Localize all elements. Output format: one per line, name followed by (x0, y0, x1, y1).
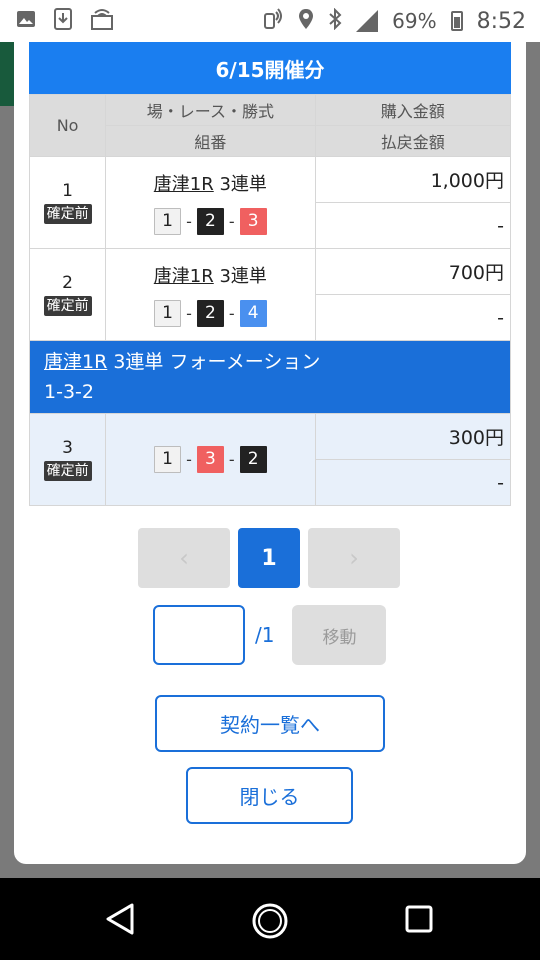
row-number: 3 (62, 438, 73, 458)
combo-box: 1 (154, 300, 182, 327)
table-header-row: No 場・レース・勝式 購入金額 (28, 94, 512, 157)
date-header: 6/15開催分 (29, 42, 511, 94)
col-header-race: 場・レース・勝式 (105, 94, 316, 126)
bet-type: 3連単 (219, 174, 267, 195)
backdrop (0, 42, 14, 106)
col-header-combo: 組番 (105, 125, 316, 157)
date-header-title: 6/15開催分 (215, 57, 325, 82)
table-row: 2 確定前 唐津1R 3連単 1 - 2 - 4 700円 (28, 248, 512, 341)
status-bar: 69% 8:52 (0, 0, 540, 42)
recents-icon[interactable] (405, 905, 433, 933)
purchase-amount: 700円 (314, 248, 512, 295)
bet-history-modal: 6/15開催分 No 場・レース・勝式 購入金額 組番 払戻金額 1 確定前 唐… (14, 42, 526, 864)
row-number: 1 (62, 181, 73, 201)
combination: 1 - 2 - 4 (154, 300, 267, 327)
combo-box: 2 (196, 208, 224, 235)
signal-icon (356, 10, 379, 32)
col-header-purchase: 購入金額 (314, 94, 512, 126)
current-page-button[interactable]: 1 (238, 528, 300, 588)
image-icon (16, 9, 36, 34)
race-cell: 唐津1R 3連単 1 - 2 - 4 (105, 248, 316, 341)
nfc-icon (262, 7, 284, 35)
bluetooth-icon (328, 7, 342, 35)
status-badge: 確定前 (43, 204, 92, 224)
formation-header-row: 唐津1R 3連単 フォーメーション 1-3-2 (29, 340, 511, 414)
next-page-button[interactable]: › (308, 528, 400, 588)
combination: 1 - 2 - 3 (154, 208, 267, 235)
formation-header: 唐津1R 3連単 フォーメーション 1-3-2 (29, 340, 511, 414)
bets-table: No 場・レース・勝式 購入金額 組番 払戻金額 1 確定前 唐津1R 3連単 (28, 94, 512, 506)
race-cell: 1 - 3 - 2 (105, 413, 316, 506)
home-icon[interactable] (251, 902, 289, 940)
combo-dash: - (186, 212, 192, 231)
contract-list-button[interactable]: 契約一覧へ (155, 695, 385, 752)
formation-title-rest: 3連単 フォーメーション (107, 351, 321, 373)
download-icon (54, 7, 72, 35)
close-button[interactable]: 閉じる (186, 767, 353, 824)
navigation-bar (0, 878, 540, 960)
prev-page-button[interactable]: ‹ (138, 528, 230, 588)
page-total: /1 (255, 623, 275, 647)
combo-box: 3 (196, 446, 224, 473)
combo-box: 1 (154, 446, 182, 473)
page-number-input[interactable] (153, 605, 245, 665)
table-row: 3 確定前 1 - 3 - 2 300円 (28, 413, 512, 506)
combo-dash: - (228, 304, 235, 323)
race-line: 唐津1R 3連単 (106, 262, 314, 288)
combination: 1 - 3 - 2 (154, 446, 267, 473)
purchase-amount: 1,000円 (314, 156, 512, 203)
payout-amount: - (314, 459, 512, 506)
combo-dash: - (186, 450, 192, 469)
move-button[interactable]: 移動 (292, 605, 387, 665)
cast-icon (90, 8, 114, 35)
combo-dash: - (228, 450, 235, 469)
combo-box: 3 (239, 208, 267, 235)
combo-box: 2 (196, 300, 224, 327)
row-no-cell: 3 確定前 (28, 413, 107, 506)
combo-box: 2 (239, 446, 267, 473)
race-line: 唐津1R 3連単 (106, 170, 314, 196)
location-icon (298, 8, 314, 35)
combo-box: 4 (239, 300, 267, 327)
back-icon[interactable] (104, 902, 136, 936)
battery-percent: 69% (392, 9, 437, 33)
table-row: 1 確定前 唐津1R 3連単 1 - 2 - 3 1,000円 (28, 156, 512, 249)
payout-amount: - (314, 294, 512, 341)
purchase-amount: 300円 (314, 413, 512, 460)
race-link[interactable]: 唐津1R (154, 174, 214, 195)
pagination: ‹ 1 › (138, 528, 400, 588)
race-link[interactable]: 唐津1R (44, 351, 107, 373)
col-header-payout: 払戻金額 (314, 125, 512, 157)
combo-dash: - (186, 304, 192, 323)
col-header-no: No (28, 94, 107, 157)
clock: 8:52 (476, 8, 526, 34)
race-cell: 唐津1R 3連単 1 - 2 - 3 (105, 156, 316, 249)
combo-dash: - (228, 212, 235, 231)
battery-icon (450, 11, 463, 31)
bet-type: 3連単 (219, 266, 267, 287)
formation-pattern: 1-3-2 (44, 381, 94, 403)
row-no-cell: 2 確定前 (28, 248, 107, 341)
race-link[interactable]: 唐津1R (154, 266, 214, 287)
combo-box: 1 (154, 208, 182, 235)
formation-title: 唐津1R 3連単 フォーメーション (44, 347, 496, 377)
status-badge: 確定前 (43, 461, 92, 481)
row-no-cell: 1 確定前 (28, 156, 107, 249)
payout-amount: - (314, 202, 512, 249)
page-jump: /1 移動 (153, 605, 387, 665)
bets-table-wrap: 6/15開催分 No 場・レース・勝式 購入金額 組番 払戻金額 1 確定前 唐… (28, 42, 512, 506)
row-number: 2 (62, 273, 73, 293)
status-badge: 確定前 (43, 296, 92, 316)
